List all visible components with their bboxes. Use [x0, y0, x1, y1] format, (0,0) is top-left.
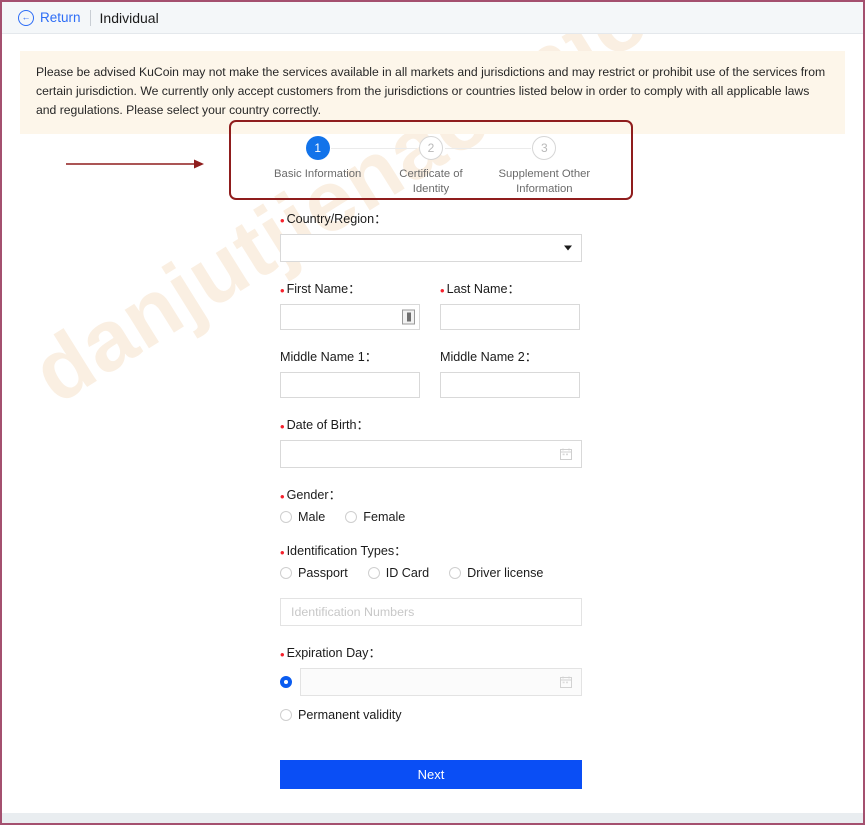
expiration-permanent-option-row: Permanent validity [280, 708, 582, 722]
next-button[interactable]: Next [280, 760, 582, 789]
identification-types-options: Passport ID Card Driver license [280, 566, 582, 580]
expiration-label-permanent[interactable]: Permanent validity [298, 708, 402, 722]
first-name-input[interactable] [280, 304, 420, 330]
required-marker: • [280, 647, 285, 662]
expiration-day-label: • Expiration Day： [280, 646, 382, 662]
step-number-1: 1 [305, 136, 330, 160]
step-number-3: 3 [532, 136, 557, 160]
first-name-group: • First Name： [280, 278, 420, 330]
id-type-radio-passport[interactable] [280, 567, 292, 579]
required-marker: • [280, 213, 285, 228]
expiration-date-option-row [280, 668, 582, 696]
page-root: danjutjienao.info ← Return Individual Pl… [0, 0, 865, 825]
gender-label-male[interactable]: Male [298, 510, 325, 524]
page-header: ← Return Individual [2, 2, 863, 34]
expiration-radio-permanent[interactable] [280, 709, 292, 721]
gender-radio-female[interactable] [345, 511, 358, 523]
middle-name-1-label: Middle Name 1： [280, 350, 378, 364]
step-label-3: Supplement Other Information [498, 168, 591, 196]
last-name-label: • Last Name： [440, 282, 521, 298]
step-basic-information[interactable]: 1 Basic Information [261, 136, 418, 198]
return-label: Return [40, 10, 81, 25]
step-number-2: 2 [418, 136, 443, 160]
calendar-icon[interactable] [560, 676, 572, 688]
return-link[interactable]: ← Return [18, 9, 81, 26]
step-label-2: Certificate of Identity [399, 168, 463, 196]
required-marker: • [280, 489, 285, 504]
required-marker: • [280, 545, 285, 560]
required-marker: • [440, 283, 445, 298]
annotation-arrow [66, 159, 204, 169]
gender-radio-male[interactable] [280, 511, 292, 523]
name-field-row: • First Name： • Last Name： [280, 278, 582, 330]
last-name-input[interactable] [440, 304, 580, 330]
id-type-radio-id-card[interactable] [367, 567, 380, 579]
country-field-group: • Country/Region： [280, 208, 582, 262]
middle-name-1-group: Middle Name 1： [280, 346, 420, 398]
middle-name-2-input[interactable] [440, 372, 580, 398]
gender-options: Male Female [280, 510, 582, 524]
required-marker: • [280, 283, 285, 298]
step-connector-1 [331, 148, 418, 149]
id-type-radio-driver-license[interactable] [449, 567, 462, 579]
identification-types-group: • Identification Types： Passport ID Card … [280, 540, 582, 580]
step-supplement-other-information[interactable]: 3 Supplement Other Information [488, 136, 601, 198]
id-type-label-id-card[interactable]: ID Card [386, 566, 429, 580]
identification-types-label: • Identification Types： [280, 544, 407, 560]
expiration-date-input[interactable] [300, 668, 582, 696]
required-marker: • [280, 419, 285, 434]
chevron-down-icon [564, 245, 572, 251]
first-name-label: • First Name： [280, 282, 361, 298]
id-type-label-driver-license[interactable]: Driver license [467, 566, 543, 580]
date-of-birth-input[interactable] [280, 440, 582, 468]
middle-name-row: Middle Name 1： Middle Name 2： [280, 346, 582, 398]
identification-numbers-input[interactable]: Identification Numbers [280, 598, 582, 626]
middle-name-1-input[interactable] [280, 372, 420, 398]
country-select[interactable] [280, 234, 582, 262]
step-label-1: Basic Information [274, 168, 362, 180]
date-of-birth-label: • Date of Birth： [280, 418, 370, 434]
id-type-label-passport[interactable]: Passport [298, 566, 348, 580]
step-certificate-of-identity[interactable]: 2 Certificate of Identity [374, 136, 531, 198]
back-arrow-circle-icon: ← [18, 9, 34, 26]
page-title: Individual [99, 9, 159, 26]
stepper: 1 Basic Information 2 Certificate of Ide… [231, 122, 631, 198]
country-label: • Country/Region： [280, 212, 387, 228]
stepper-highlight-box: 1 Basic Information 2 Certificate of Ide… [229, 120, 633, 200]
last-name-group: • Last Name： [440, 278, 580, 330]
expiration-day-group: • Expiration Day： Permanent validity [280, 642, 582, 722]
footer-strip [2, 813, 863, 823]
calendar-icon[interactable] [560, 448, 572, 460]
gender-group: • Gender： Male Female [280, 484, 582, 524]
gender-label: • Gender： [280, 488, 342, 504]
kyc-basic-information-form: • Country/Region： • First Name： • Last Name… [280, 208, 582, 789]
middle-name-2-label: Middle Name 2： [440, 350, 538, 364]
gender-label-female[interactable]: Female [363, 510, 405, 524]
identification-numbers-group: Identification Numbers [280, 598, 582, 626]
middle-name-2-group: Middle Name 2： [440, 346, 580, 398]
date-of-birth-group: • Date of Birth： [280, 414, 582, 468]
step-connector-2 [444, 148, 531, 149]
header-divider [89, 9, 91, 26]
autofill-icon[interactable] [402, 309, 415, 325]
expiration-radio-date[interactable] [280, 676, 292, 688]
